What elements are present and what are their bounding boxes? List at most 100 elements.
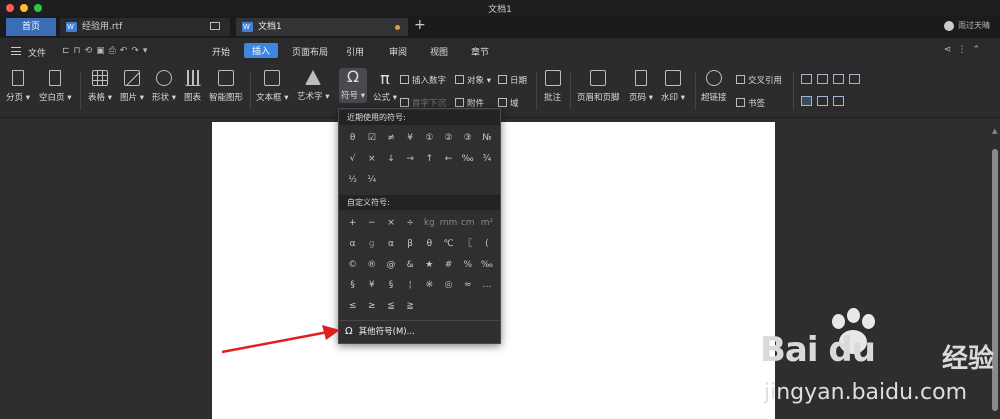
recent-symbol[interactable]: → [401,149,420,170]
scroll-up-icon[interactable]: ▲ [992,127,997,135]
recent-symbol[interactable]: ③ [458,128,477,149]
recent-symbol[interactable]: ① [420,128,439,149]
toc-style-icon[interactable] [849,74,860,84]
hyperlink-button[interactable]: 超链接 [701,70,727,103]
custom-symbol[interactable]: α [381,234,400,255]
custom-symbol[interactable]: ★ [420,255,439,276]
header-footer-button[interactable]: 页眉和页脚 [577,70,620,103]
toc-style-icon[interactable] [817,74,828,84]
shape-button[interactable]: 形状 ▾ [152,70,176,103]
recent-symbol[interactable]: № [477,128,496,149]
custom-symbol[interactable]: ® [362,255,381,276]
recent-symbol[interactable]: ↓ [381,149,400,170]
custom-symbol[interactable]: ≥ [362,296,381,317]
layout-style-icon[interactable] [817,96,828,106]
custom-symbol[interactable]: ‰ [477,255,496,276]
recent-symbol[interactable]: ¼ [362,170,381,191]
recent-symbol[interactable]: ↑ [420,149,439,170]
recent-symbol[interactable]: ‰ [458,149,477,170]
custom-symbol[interactable]: θ [420,234,439,255]
monitor-icon[interactable] [210,22,220,30]
file-menu[interactable]: 文件 [28,46,46,59]
custom-symbol[interactable]: ¦ [401,275,420,296]
tab-document-rtf[interactable]: 经验用.rtf [60,18,230,36]
custom-symbol[interactable]: ≈ [458,275,477,296]
page-number-button[interactable]: 页码 ▾ [629,70,653,103]
tab-review[interactable]: 审阅 [389,45,407,58]
custom-symbol[interactable]: ÷ [401,213,420,234]
recent-symbol[interactable]: ½ [343,170,362,191]
quick-access-toolbar[interactable]: ⊏⊓⟲▣⎙↶↷▾ [62,46,151,56]
layout-style-icon[interactable] [833,96,844,106]
insert-number-button[interactable]: 插入数字 [400,74,446,86]
comment-button[interactable]: 批注 [544,70,561,103]
tab-document-1[interactable]: 文档1 [236,18,408,36]
custom-symbol[interactable]: β [401,234,420,255]
recent-symbol[interactable]: ≠ [381,128,400,149]
recent-symbol[interactable]: ← [439,149,458,170]
hamburger-menu-icon[interactable] [11,47,21,55]
custom-symbol[interactable]: % [458,255,477,276]
tab-view[interactable]: 视图 [430,45,448,58]
custom-symbol[interactable]: cm [458,213,477,234]
tab-home[interactable]: 首页 [6,18,56,36]
recent-symbol[interactable]: θ [343,128,362,149]
table-button[interactable]: 表格 ▾ [88,70,112,103]
new-tab-plus-icon[interactable]: + [414,17,426,33]
custom-symbol[interactable]: @ [381,255,400,276]
custom-symbol[interactable]: α [343,234,362,255]
tab-references[interactable]: 引用 [346,45,364,58]
custom-symbol[interactable]: + [343,213,362,234]
custom-symbol[interactable]: ≦ [381,296,400,317]
custom-symbol[interactable]: … [477,275,496,296]
page-break-button[interactable]: 分页 ▾ [6,70,30,103]
custom-symbol[interactable]: − [362,213,381,234]
custom-symbol[interactable]: ≤ [343,296,362,317]
layout-style-icon[interactable] [801,96,812,106]
recent-symbol[interactable]: ☑ [362,128,381,149]
tab-page-layout[interactable]: 页面布局 [292,45,328,58]
blank-page-button[interactable]: 空白页 ▾ [39,70,71,103]
share-more-icons[interactable]: ⋖⋮⌃ [944,45,986,55]
custom-symbol[interactable]: § [343,275,362,296]
custom-symbol[interactable]: ≧ [401,296,420,317]
custom-symbol[interactable]: × [381,213,400,234]
field-button[interactable]: 域 [498,97,519,109]
smart-art-button[interactable]: 智能图形 [209,70,243,103]
cross-reference-button[interactable]: 交叉引用 [736,74,782,86]
tab-chapter[interactable]: 章节 [471,45,489,58]
recent-symbol[interactable]: ¾ [477,149,496,170]
toc-style-icon[interactable] [833,74,844,84]
recent-symbol[interactable]: √ [343,149,362,170]
custom-symbol[interactable]: # [439,255,458,276]
more-symbols-menu-item[interactable]: Ω 其他符号(M)... [345,325,415,337]
toc-style-icon[interactable] [801,74,812,84]
custom-symbol[interactable]: & [401,255,420,276]
custom-symbol[interactable]: ℃ [439,234,458,255]
custom-symbol[interactable]: 〖 [458,234,477,255]
symbol-button[interactable]: Ω 符号 ▾ [339,68,367,103]
custom-symbol[interactable]: ※ [420,275,439,296]
custom-symbol[interactable]: kg [420,213,439,234]
tab-insert[interactable]: 插入 [244,43,279,58]
custom-symbol[interactable]: ◎ [439,275,458,296]
user-account[interactable]: 雨过天晴 [944,20,990,31]
text-box-button[interactable]: 文本框 ▾ [256,70,288,103]
custom-symbol[interactable]: ¥ [362,275,381,296]
watermark-button[interactable]: 水印 ▾ [661,70,685,103]
recent-symbol[interactable]: × [362,149,381,170]
date-button[interactable]: 日期 [498,74,527,86]
chart-button[interactable]: 图表 [184,70,201,103]
custom-symbol[interactable]: © [343,255,362,276]
custom-symbol[interactable]: m² [477,213,496,234]
tab-start[interactable]: 开始 [212,45,230,58]
recent-symbol[interactable]: ② [439,128,458,149]
custom-symbol[interactable]: ( [477,234,496,255]
formula-button[interactable]: π 公式 ▾ [373,70,397,104]
object-button[interactable]: 对象 ▾ [455,74,491,86]
custom-symbol[interactable]: § [381,275,400,296]
bookmark-button[interactable]: 书签 [736,97,765,109]
custom-symbol[interactable]: mm [439,213,458,234]
picture-button[interactable]: 图片 ▾ [120,70,144,103]
word-art-button[interactable]: 艺术字 ▾ [297,70,329,102]
